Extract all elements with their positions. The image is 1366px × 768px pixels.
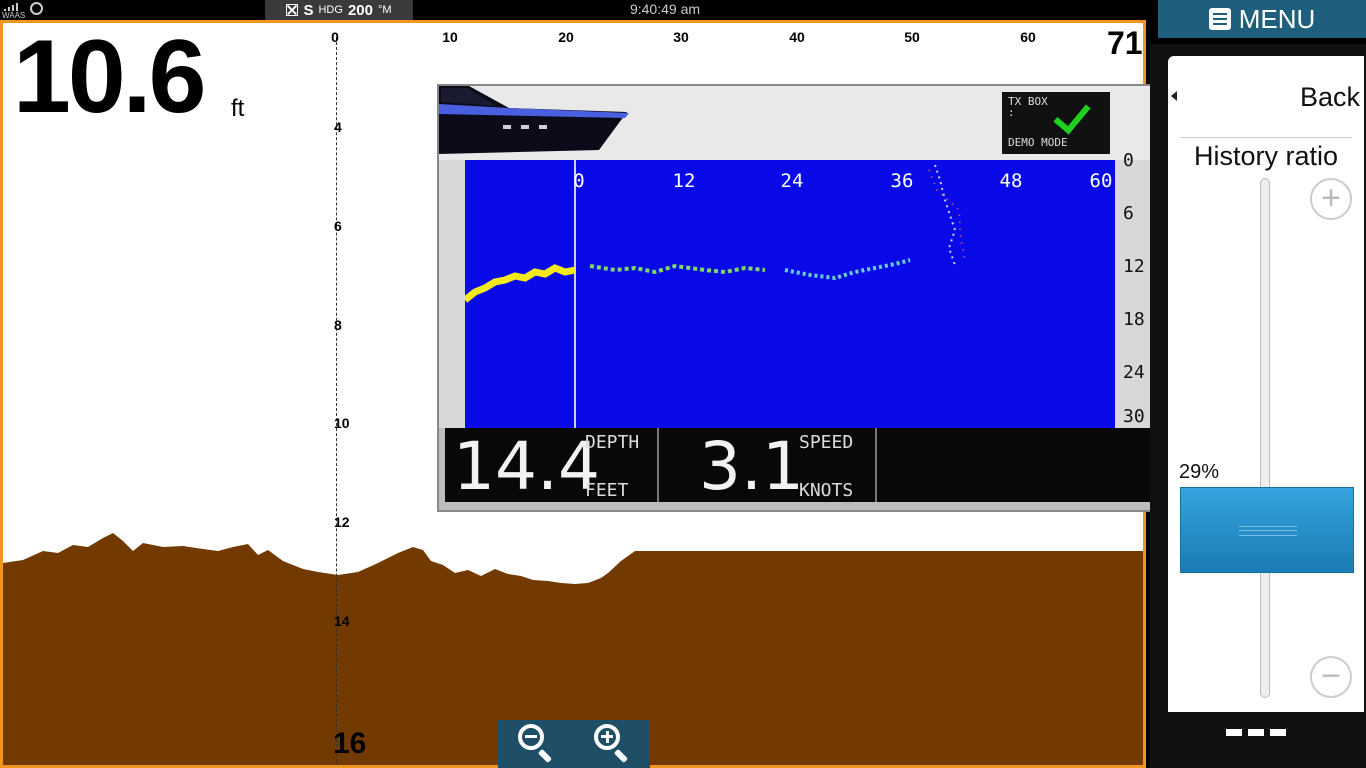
tx-box-label: TX BOX : xyxy=(1008,95,1048,119)
video-y-tick: 30 xyxy=(1123,406,1145,427)
heading-value: 200 xyxy=(347,1,373,19)
video-speed-label: SPEED xyxy=(799,432,854,453)
x-tick: 0 xyxy=(331,29,339,45)
back-arrow-icon[interactable] xyxy=(1171,91,1177,101)
video-depth-value: 14.4 xyxy=(453,428,600,505)
y-tick: 6 xyxy=(334,218,342,234)
power-icon[interactable] xyxy=(30,2,43,15)
increase-button[interactable]: + xyxy=(1310,178,1352,220)
x-tick: 20 xyxy=(558,29,574,45)
video-y-tick: 18 xyxy=(1123,309,1145,330)
status-bar: WAAS S HDG 200 °M 9:40:49 am xyxy=(0,0,1150,20)
video-overlay[interactable]: TX BOX : DEMO MODE 0 12 24 36 48 60 0 6 … xyxy=(437,84,1165,512)
checkmark-icon xyxy=(1053,95,1091,135)
video-data-bar: 14.4 DEPTH FEET 3.1 SPEED KNOTS xyxy=(445,428,1159,502)
range-value: 71 xyxy=(1107,25,1143,61)
menu-icon xyxy=(1208,8,1231,30)
depth-unit: ft xyxy=(231,95,245,122)
y-tick: 14 xyxy=(334,613,350,629)
video-y-tick: 24 xyxy=(1123,362,1145,383)
y-tick: 12 xyxy=(334,514,350,530)
cursor-line xyxy=(336,37,337,765)
close-box-icon xyxy=(286,4,299,16)
video-x-tick: 36 xyxy=(890,170,914,192)
x-tick: 40 xyxy=(789,29,805,45)
video-speed-value: 3.1 xyxy=(699,428,804,505)
x-tick: 10 xyxy=(442,29,458,45)
video-x-tick: 12 xyxy=(672,170,696,192)
video-speed-unit: KNOTS xyxy=(799,480,854,501)
divider xyxy=(1180,137,1352,138)
video-x-tick: 48 xyxy=(999,170,1023,192)
clock: 9:40:49 am xyxy=(629,1,701,17)
depth-reading: 10.6 xyxy=(13,20,206,135)
menu-button[interactable]: MENU xyxy=(1158,0,1366,38)
gps-mode-label: WAAS xyxy=(2,11,26,20)
video-x-tick: 24 xyxy=(780,170,804,192)
tx-box-status: TX BOX : DEMO MODE xyxy=(1002,92,1110,154)
video-y-tick: 12 xyxy=(1123,256,1145,277)
decrease-button[interactable]: − xyxy=(1310,656,1352,698)
zoom-out-button[interactable] xyxy=(514,722,558,766)
history-ratio-value: 29% xyxy=(1179,461,1220,483)
menu-label: MENU xyxy=(1238,3,1316,34)
video-depth-unit: FEET xyxy=(585,480,629,501)
video-x-tick: 60 xyxy=(1089,170,1113,192)
demo-mode-label: DEMO MODE xyxy=(1008,136,1068,149)
video-y-tick: 0 xyxy=(1123,150,1134,171)
zoom-controls xyxy=(498,720,650,768)
x-tick: 60 xyxy=(1020,29,1036,45)
boat-icon xyxy=(439,86,629,154)
heading-label: HDG xyxy=(318,4,343,16)
zoom-in-button[interactable] xyxy=(590,722,634,766)
signal-icon xyxy=(4,3,18,11)
history-ratio-slider-track[interactable] xyxy=(1260,178,1270,698)
grip-icon xyxy=(1239,526,1297,536)
heading-readout[interactable]: S HDG 200 °M xyxy=(265,0,413,20)
page-indicator xyxy=(1226,729,1288,737)
x-tick: 30 xyxy=(673,29,689,45)
video-y-tick: 6 xyxy=(1123,203,1134,224)
y-tick: 8 xyxy=(334,317,342,333)
back-button[interactable]: Back xyxy=(1300,82,1360,113)
y-tick: 16 xyxy=(333,727,367,760)
y-tick: 10 xyxy=(334,415,350,431)
history-ratio-title: History ratio xyxy=(1193,141,1339,171)
video-sonar-echo xyxy=(465,160,966,428)
y-tick: 4 xyxy=(334,119,342,135)
video-x-tick: 0 xyxy=(573,170,585,192)
video-depth-label: DEPTH xyxy=(585,432,640,453)
gps-status: WAAS xyxy=(2,1,46,20)
heading-unit: °M xyxy=(377,4,392,16)
heading-prefix: S xyxy=(303,1,314,19)
history-ratio-slider-handle[interactable] xyxy=(1180,487,1354,573)
x-tick: 50 xyxy=(904,29,920,45)
